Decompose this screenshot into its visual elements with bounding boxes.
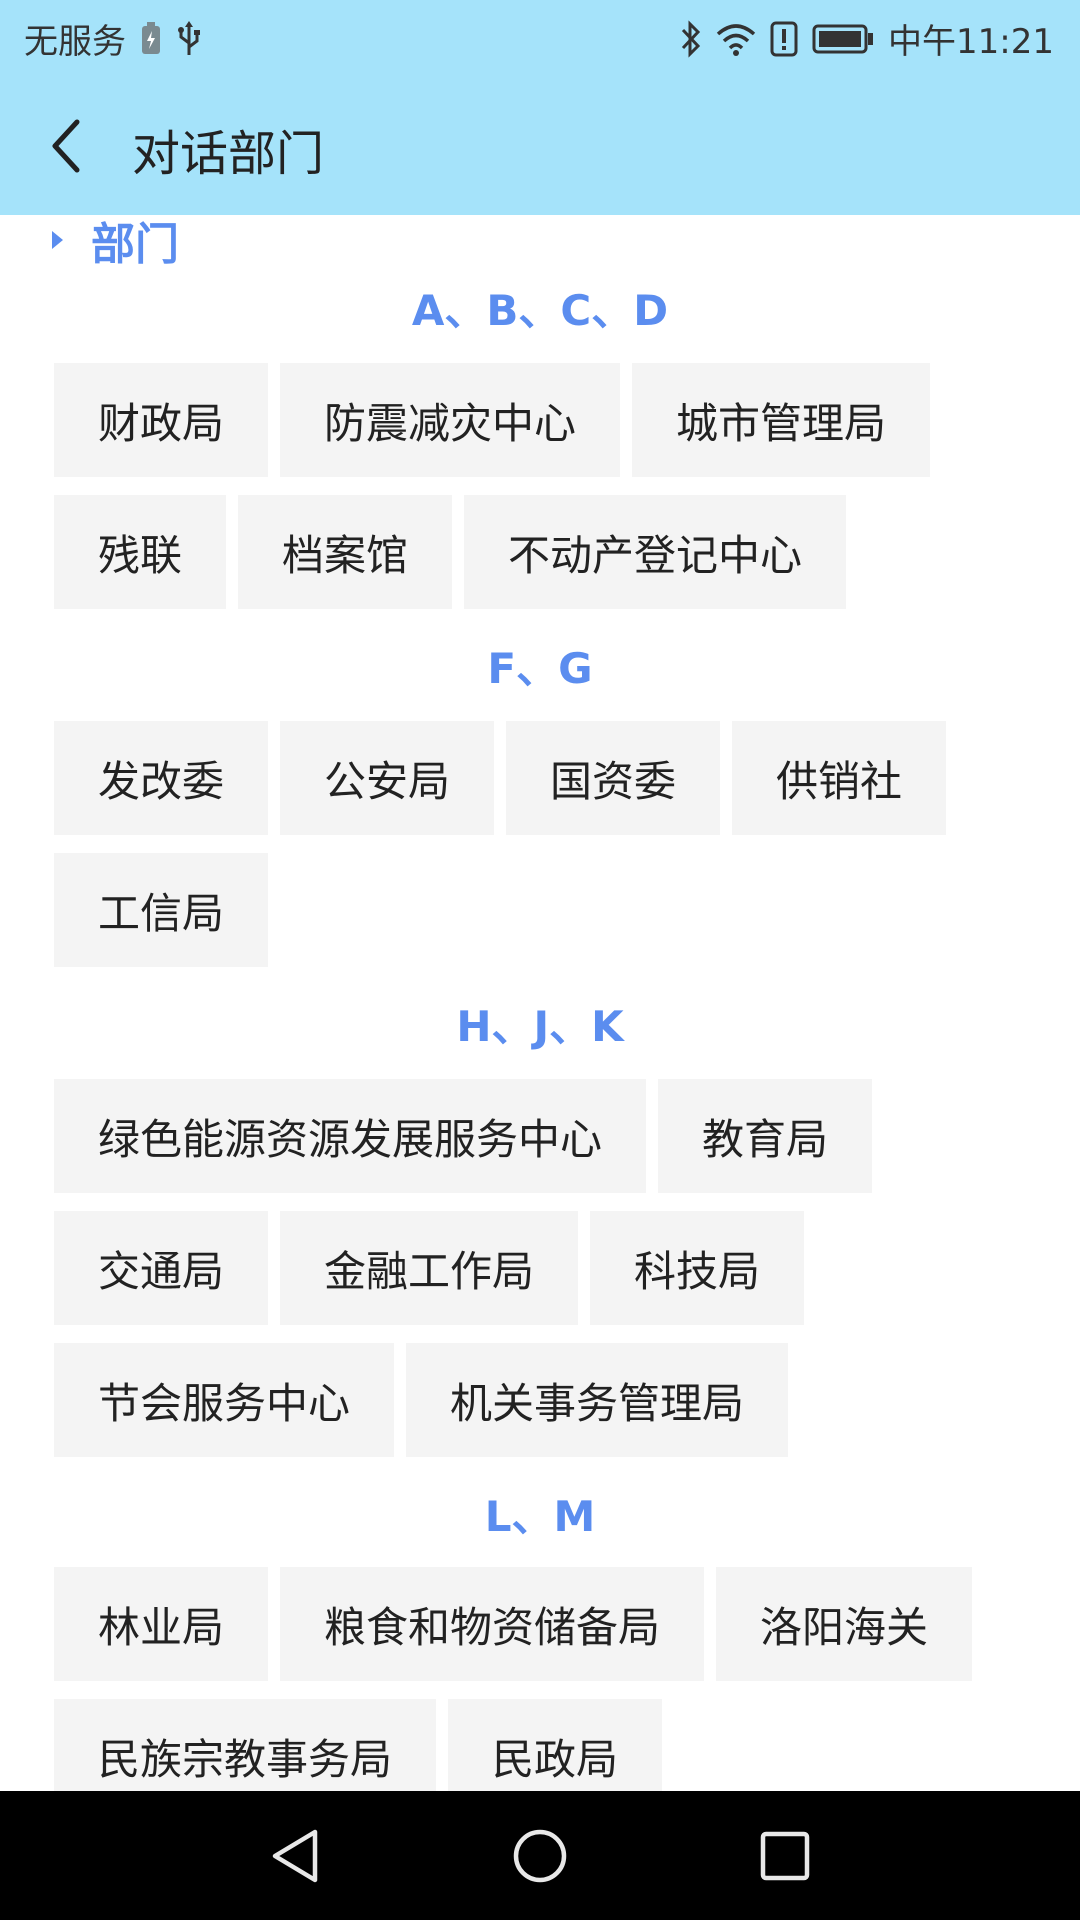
section-title: 部门 [91, 219, 179, 270]
department-chip[interactable]: 残联 [54, 495, 227, 609]
wifi-icon [716, 17, 756, 61]
chip-row: 交通局 金融工作局 科技局 [54, 1211, 805, 1325]
back-arrow-icon [52, 119, 80, 173]
department-chip[interactable]: 国资委 [506, 721, 721, 835]
department-chip[interactable]: 城市管理局 [632, 363, 931, 477]
nav-back-icon [272, 1829, 318, 1882]
department-chip[interactable]: 教育局 [658, 1079, 873, 1193]
group-header: F、G [487, 644, 593, 693]
department-chip[interactable]: 防震减灾中心 [280, 363, 621, 477]
department-chip[interactable]: 科技局 [590, 1211, 805, 1325]
department-chip[interactable]: 公安局 [280, 721, 495, 835]
chip-row: 民族宗教事务局 民政局 [54, 1699, 663, 1791]
department-chip[interactable]: 发改委 [54, 721, 269, 835]
section-header[interactable]: 部门 [52, 215, 179, 270]
expand-triangle-icon [52, 231, 63, 249]
chip-row: 发改委 公安局 国资委 供销社 [54, 721, 947, 835]
chip-row: 残联 档案馆 不动产登记中心 [54, 495, 847, 609]
header: 无服务 中午11:21 对话部门 [0, 0, 1080, 215]
back-button[interactable] [30, 106, 100, 186]
usb-icon [176, 17, 202, 61]
department-chip[interactable]: 机关事务管理局 [406, 1343, 789, 1457]
department-chip[interactable]: 粮食和物资储备局 [280, 1567, 705, 1681]
group-header: A、B、C、D [411, 286, 669, 335]
screen: 无服务 中午11:21 对话部门 部门 A、B、C、D 财政局 防震减灾中心 城… [0, 0, 1080, 1920]
department-chip[interactable]: 财政局 [54, 363, 269, 477]
department-chip[interactable]: 供销社 [732, 721, 947, 835]
nav-home-button[interactable] [505, 1821, 575, 1891]
department-chip[interactable]: 绿色能源资源发展服务中心 [54, 1079, 647, 1193]
bluetooth-icon [680, 17, 702, 61]
navigation-bar [0, 1791, 1080, 1920]
status-left: 无服务 [24, 14, 202, 63]
department-chip[interactable]: 民政局 [448, 1699, 663, 1791]
department-chip[interactable]: 工信局 [54, 853, 269, 967]
status-right: 中午11:21 [680, 14, 1054, 63]
carrier-label: 无服务 [24, 22, 126, 62]
alert-icon [770, 17, 798, 61]
battery-icon [812, 17, 874, 61]
chip-row: 绿色能源资源发展服务中心 教育局 [54, 1079, 873, 1193]
chip-row: 财政局 防震减灾中心 城市管理局 [54, 363, 931, 477]
page-title: 对话部门 [132, 126, 325, 182]
department-chip[interactable]: 不动产登记中心 [464, 495, 847, 609]
nav-recents-button[interactable] [750, 1821, 820, 1891]
nav-back-button[interactable] [260, 1821, 330, 1891]
department-chip[interactable]: 洛阳海关 [716, 1567, 973, 1681]
app-bar: 对话部门 [0, 76, 1080, 215]
status-bar: 无服务 中午11:21 [0, 0, 1080, 76]
nav-home-icon [513, 1829, 567, 1882]
chip-row: 节会服务中心 机关事务管理局 [54, 1343, 789, 1457]
department-chip[interactable]: 档案馆 [238, 495, 453, 609]
department-chip[interactable]: 金融工作局 [280, 1211, 579, 1325]
group-header: L、M [484, 1492, 596, 1541]
department-list[interactable]: 部门 A、B、C、D 财政局 防震减灾中心 城市管理局 残联 档案馆 不动产登记… [0, 215, 1080, 1791]
chip-row: 工信局 [54, 853, 269, 967]
nav-recents-icon [760, 1831, 810, 1880]
battery-charging-icon [140, 17, 162, 61]
department-chip[interactable]: 节会服务中心 [54, 1343, 395, 1457]
chip-row: 林业局 粮食和物资储备局 洛阳海关 [54, 1567, 973, 1681]
department-chip[interactable]: 交通局 [54, 1211, 269, 1325]
group-header: H、J、K [456, 1002, 624, 1051]
department-chip[interactable]: 林业局 [54, 1567, 269, 1681]
clock: 中午11:21 [888, 22, 1054, 62]
department-chip[interactable]: 民族宗教事务局 [54, 1699, 437, 1791]
